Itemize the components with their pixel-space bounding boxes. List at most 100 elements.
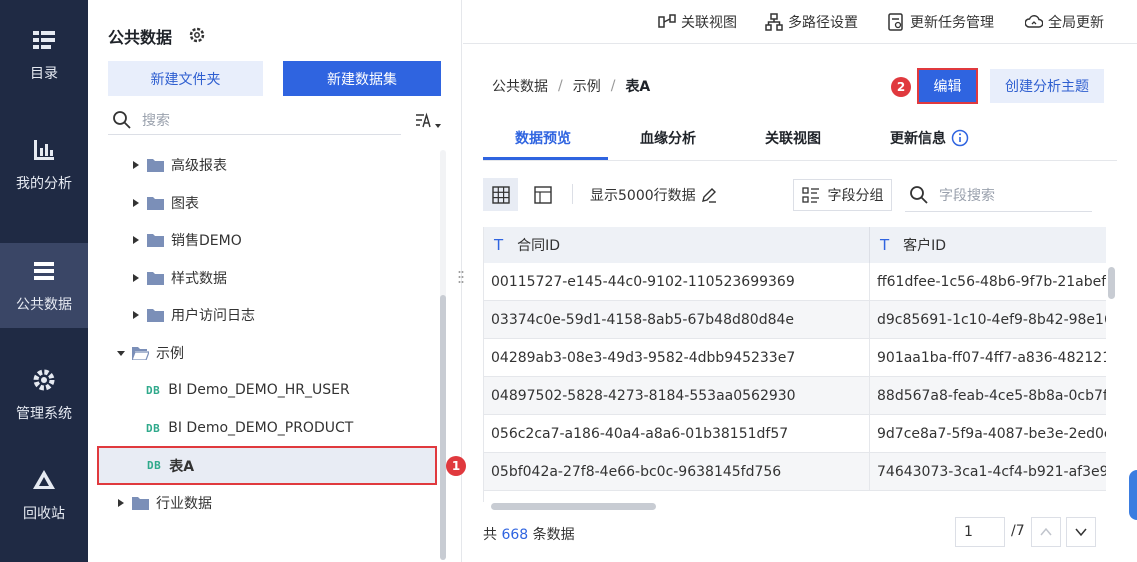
gear-icon[interactable]: [188, 26, 206, 44]
tree-dataset-table-a[interactable]: DB 表A: [97, 446, 437, 485]
tree-label: 表A: [169, 458, 195, 475]
expand-arrow-icon[interactable]: [131, 235, 141, 245]
table-horizontal-scrollbar[interactable]: [483, 503, 1106, 511]
nav-label: 回收站: [23, 506, 65, 522]
field-search-placeholder: 字段搜索: [939, 188, 995, 204]
tree-folder-advanced-reports[interactable]: 高级报表: [131, 147, 474, 183]
nav-item-catalog[interactable]: 目录: [0, 0, 88, 110]
total-records: 共 668 条数据: [483, 524, 575, 544]
catalog-icon: [31, 27, 57, 53]
new-folder-button[interactable]: 新建文件夹: [108, 61, 263, 96]
expand-arrow-icon[interactable]: [131, 198, 141, 208]
table-row[interactable]: 04289ab3-08e3-49d3-9582-4dbb945233e7 901…: [484, 339, 1106, 377]
create-analysis-topic-button[interactable]: 创建分析主题: [990, 69, 1104, 103]
tree-folder-style-data[interactable]: 样式数据: [131, 260, 474, 296]
breadcrumb-separator: /: [558, 78, 563, 94]
nav-label: 我的分析: [16, 176, 72, 192]
table-cell: 03374c0e-59d1-4158-8ab5-67b48d80d84e: [484, 301, 870, 338]
layout-icon: [533, 185, 552, 204]
chevron-down-icon: [1075, 528, 1087, 537]
column-header-contract-id[interactable]: T 合同ID: [484, 227, 870, 263]
text-type-icon: T: [880, 236, 890, 254]
tab-lineage-analysis[interactable]: 血缘分析: [640, 128, 696, 148]
table-row[interactable]: 04897502-5828-4273-8184-553aa0562930 88d…: [484, 377, 1106, 415]
table-cell: 74643073-3ca1-4cf4-b921-af3e9c8: [877, 463, 1106, 480]
tree-dataset-hr-user[interactable]: DB BI Demo_DEMO_HR_USER: [146, 372, 489, 408]
breadcrumb: 公共数据 / 示例 / 表A: [492, 76, 650, 96]
tree-folder-industry-data[interactable]: 行业数据: [116, 485, 459, 521]
show-rows-label: 显示5000行数据: [590, 188, 696, 204]
expand-arrow-icon[interactable]: [131, 310, 141, 320]
tree-folder-user-visit-log[interactable]: 用户访问日志: [131, 297, 474, 333]
next-page-button[interactable]: [1066, 517, 1096, 547]
nav-item-public-data[interactable]: 公共数据: [0, 243, 88, 328]
table-cell: d9c85691-1c10-4ef9-8b42-98e163: [877, 311, 1106, 328]
top-toolbar: 关联视图 多路径设置 更新任务管理 全局更新: [463, 0, 1137, 44]
panel-title: 公共数据: [108, 28, 173, 47]
annotation-badge-1: 1: [446, 456, 466, 476]
search-placeholder: 搜索: [142, 112, 170, 129]
breadcrumb-separator: /: [610, 78, 616, 94]
nav-item-recycle-bin[interactable]: 回收站: [0, 440, 88, 550]
panel-resize-handle[interactable]: [458, 268, 464, 290]
task-icon: [888, 13, 903, 31]
info-icon[interactable]: [951, 129, 969, 147]
table-row[interactable]: 03374c0e-59d1-4158-8ab5-67b48d80d84e d9c…: [484, 301, 1106, 339]
tree-dataset-product[interactable]: DB BI Demo_DEMO_PRODUCT: [146, 410, 489, 446]
nav-label: 公共数据: [16, 296, 72, 313]
breadcrumb-folder[interactable]: 示例: [573, 76, 601, 96]
show-rows-setting[interactable]: 显示5000行数据: [590, 185, 718, 205]
global-update-button[interactable]: 全局更新: [1025, 12, 1104, 32]
expand-arrow-icon[interactable]: [131, 273, 141, 283]
expand-arrow-icon[interactable]: [116, 498, 126, 508]
edit-pencil-icon[interactable]: [700, 186, 718, 204]
tree-search-input[interactable]: 搜索: [108, 105, 401, 135]
field-search-input[interactable]: 字段搜索: [905, 179, 1092, 212]
prev-page-button[interactable]: [1031, 517, 1061, 547]
tree-label: BI Demo_DEMO_PRODUCT: [168, 420, 354, 436]
tree-label: 样式数据: [171, 271, 227, 287]
breadcrumb-root[interactable]: 公共数据: [492, 76, 548, 96]
table-row[interactable]: 056c2ca7-a186-40a4-a8a6-01b38151df57 9d7…: [484, 415, 1106, 453]
table-vertical-scrollbar[interactable]: [1108, 263, 1116, 503]
tree-folder-examples[interactable]: 示例: [116, 335, 459, 371]
toolbar-divider: [572, 184, 573, 204]
field-group-button[interactable]: 字段分组: [793, 179, 892, 211]
multipath-label: 多路径设置: [788, 15, 858, 31]
table-cell: ff61dfee-1c56-48b6-9f7b-21abef64: [877, 273, 1106, 290]
nav-item-management[interactable]: 管理系统: [0, 340, 88, 450]
scroll-thumb[interactable]: [440, 295, 446, 560]
page-number-input[interactable]: [955, 517, 1005, 547]
tab-data-preview[interactable]: 数据预览: [515, 128, 571, 148]
folder-icon: [147, 309, 164, 322]
card-view-button[interactable]: [526, 178, 559, 211]
total-count: 668: [501, 527, 529, 543]
new-dataset-button[interactable]: 新建数据集: [283, 61, 441, 96]
related-view-label: 关联视图: [681, 15, 737, 31]
page-total: /7: [1011, 523, 1025, 539]
table-row[interactable]: 05bf042a-27f8-4e66-bc0c-9638145fd756 746…: [484, 453, 1106, 491]
nav-item-my-analysis[interactable]: 我的分析: [0, 110, 88, 220]
edit-button[interactable]: 编辑: [917, 68, 978, 104]
table-cell: 9d7ce8a7-5f9a-4087-be3e-2ed0ec: [877, 425, 1106, 442]
sort-az-icon[interactable]: [414, 110, 444, 132]
update-task-label: 更新任务管理: [910, 15, 994, 31]
tree-label: 示例: [156, 346, 184, 362]
grid-view-button[interactable]: [483, 178, 518, 211]
expand-arrow-icon[interactable]: [131, 160, 141, 170]
column-header-customer-id[interactable]: T 客户ID: [870, 227, 1106, 263]
floating-help-button[interactable]: [1129, 470, 1137, 520]
tab-related-view[interactable]: 关联视图: [765, 128, 821, 148]
tree-folder-charts[interactable]: 图表: [131, 185, 474, 221]
db-tag: DB: [146, 383, 161, 397]
table-row[interactable]: 00115727-e145-44c0-9102-110523699369 ff6…: [484, 263, 1106, 301]
scroll-thumb[interactable]: [1108, 267, 1115, 299]
scroll-thumb[interactable]: [491, 503, 656, 510]
multipath-settings-button[interactable]: 多路径设置: [765, 12, 858, 32]
update-task-button[interactable]: 更新任务管理: [887, 12, 994, 32]
related-view-button[interactable]: 关联视图: [658, 12, 737, 32]
tree-folder-sales-demo[interactable]: 销售DEMO: [131, 222, 474, 258]
tab-update-info[interactable]: 更新信息: [890, 128, 969, 148]
tree-scrollbar[interactable]: [440, 150, 446, 560]
collapse-arrow-icon[interactable]: [116, 348, 126, 358]
